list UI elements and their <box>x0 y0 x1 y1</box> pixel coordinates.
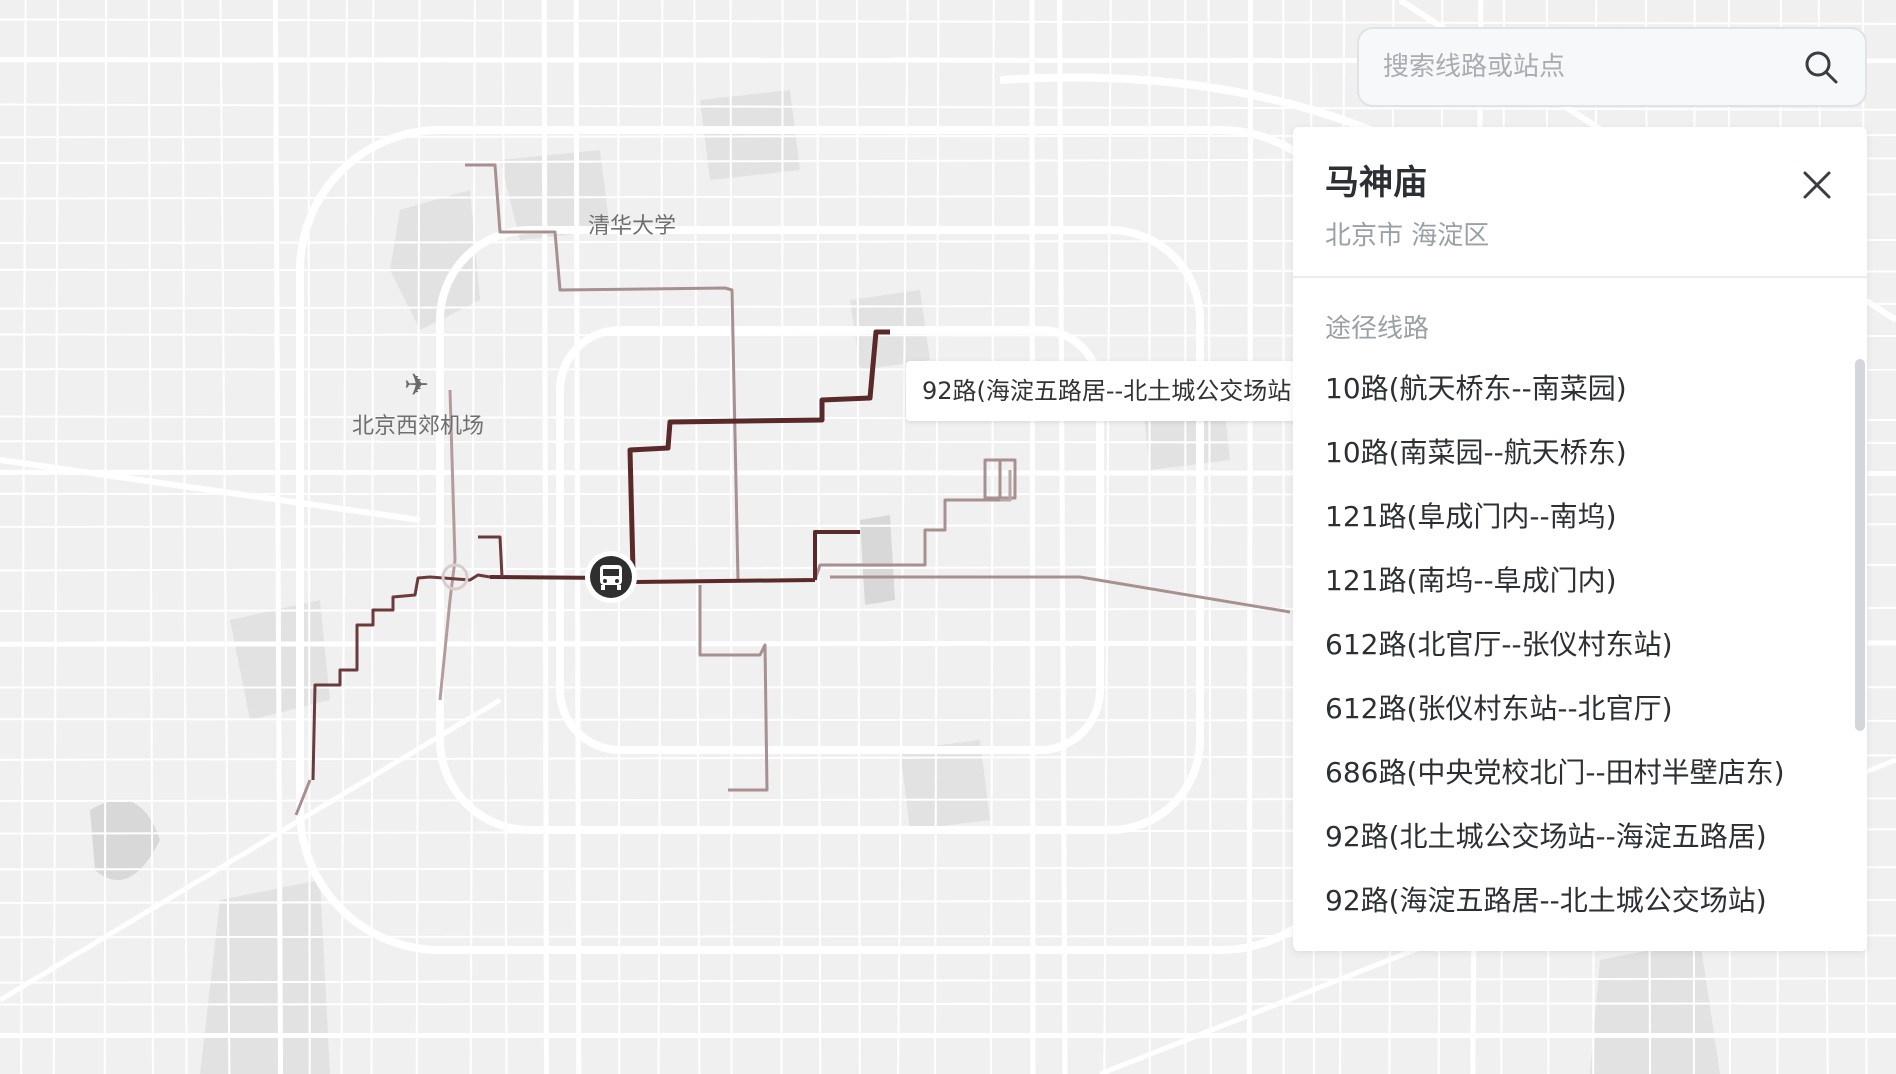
route-item[interactable]: 121路(阜成门内--南坞) <box>1293 485 1867 549</box>
route-item[interactable]: 121路(南坞--阜成门内) <box>1293 549 1867 613</box>
route-item[interactable]: 612路(张仪村东站--北官厅) <box>1293 677 1867 741</box>
map-label-university: 清华大学 <box>588 214 677 239</box>
stop-name: 马神庙 <box>1325 163 1427 203</box>
route-tooltip: 92路(海淀五路居--北土城公交场站) <box>906 361 1317 421</box>
route-item[interactable]: 10路(南菜园--航天桥东) <box>1293 421 1867 485</box>
route-item[interactable]: 92路(北土城公交场站--海淀五路居) <box>1293 805 1867 869</box>
route-list: 10路(航天桥东--南菜园) 10路(南菜园--航天桥东) 121路(阜成门内-… <box>1293 357 1867 933</box>
route-item[interactable]: 612路(北官厅--张仪村东站) <box>1293 613 1867 677</box>
section-title: 途径线路 <box>1325 314 1430 344</box>
route-item[interactable]: 92路(海淀五路居--北土城公交场站) <box>1293 869 1867 933</box>
bus-stop-icon[interactable] <box>585 551 637 603</box>
search-input[interactable] <box>1359 28 1799 106</box>
panel-header: 马神庙 北京市 海淀区 <box>1293 127 1867 278</box>
route-item[interactable]: 686路(中央党校北门--田村半壁店东) <box>1293 741 1867 805</box>
search-icon[interactable] <box>1799 45 1843 89</box>
close-icon[interactable] <box>1797 165 1837 205</box>
route-list-scrollbar[interactable] <box>1855 359 1865 731</box>
map-label-airport: 北京西郊机场 <box>352 414 485 439</box>
stop-detail-panel: 马神庙 北京市 海淀区 途径线路 10路(航天桥东--南菜园) 10路(南菜园-… <box>1293 127 1867 951</box>
airplane-icon: ✈ <box>404 368 430 403</box>
search-box <box>1357 27 1867 107</box>
stop-district: 北京市 海淀区 <box>1325 221 1490 251</box>
route-item[interactable]: 10路(航天桥东--南菜园) <box>1293 357 1867 421</box>
